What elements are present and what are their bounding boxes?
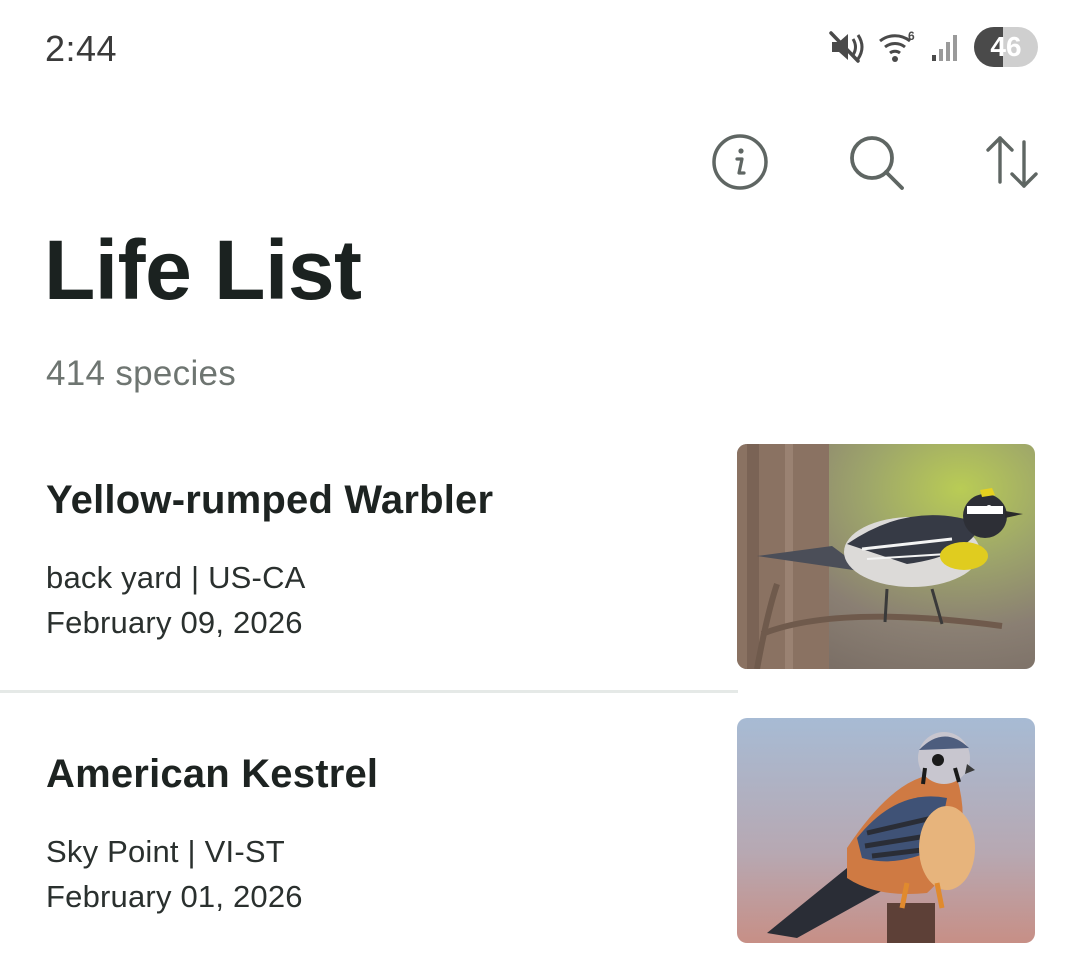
- life-list-screen: 2:44 6 46 Life List 414 species Yellow-r…: [0, 0, 1080, 964]
- status-time: 2:44: [45, 28, 118, 69]
- species-photo: [737, 718, 1035, 943]
- svg-text:6: 6: [908, 29, 915, 43]
- search-button[interactable]: [844, 132, 908, 196]
- species-location: back yard | US-CA: [46, 560, 306, 595]
- species-name: American Kestrel: [46, 752, 379, 796]
- info-icon: [710, 132, 770, 197]
- status-icons: 6 46: [828, 26, 1038, 68]
- species-name: Yellow-rumped Warbler: [46, 478, 494, 522]
- sort-icon: [982, 132, 1042, 197]
- warbler-photo-illustration: [737, 444, 1035, 669]
- sort-button[interactable]: [980, 132, 1044, 196]
- battery-icon: 46: [974, 27, 1038, 67]
- status-bar: 2:44 6 46: [0, 0, 1080, 96]
- page-title: Life List: [44, 223, 362, 317]
- species-date: February 01, 2026: [46, 879, 303, 914]
- battery-level: 46: [990, 31, 1022, 62]
- list-divider: [0, 690, 738, 693]
- species-photo: [737, 444, 1035, 669]
- mute-icon: [828, 29, 866, 65]
- species-date: February 09, 2026: [46, 605, 303, 640]
- species-count: 414 species: [46, 354, 237, 393]
- search-icon: [846, 132, 906, 197]
- list-item[interactable]: Yellow-rumped Warbler back yard | US-CA …: [0, 430, 1080, 700]
- signal-icon: [930, 31, 962, 63]
- species-location: Sky Point | VI-ST: [46, 834, 285, 869]
- kestrel-photo-illustration: [737, 718, 1035, 943]
- info-button[interactable]: [708, 132, 772, 196]
- list-item[interactable]: American Kestrel Sky Point | VI-ST Febru…: [0, 704, 1080, 964]
- wifi-icon: 6: [878, 29, 918, 65]
